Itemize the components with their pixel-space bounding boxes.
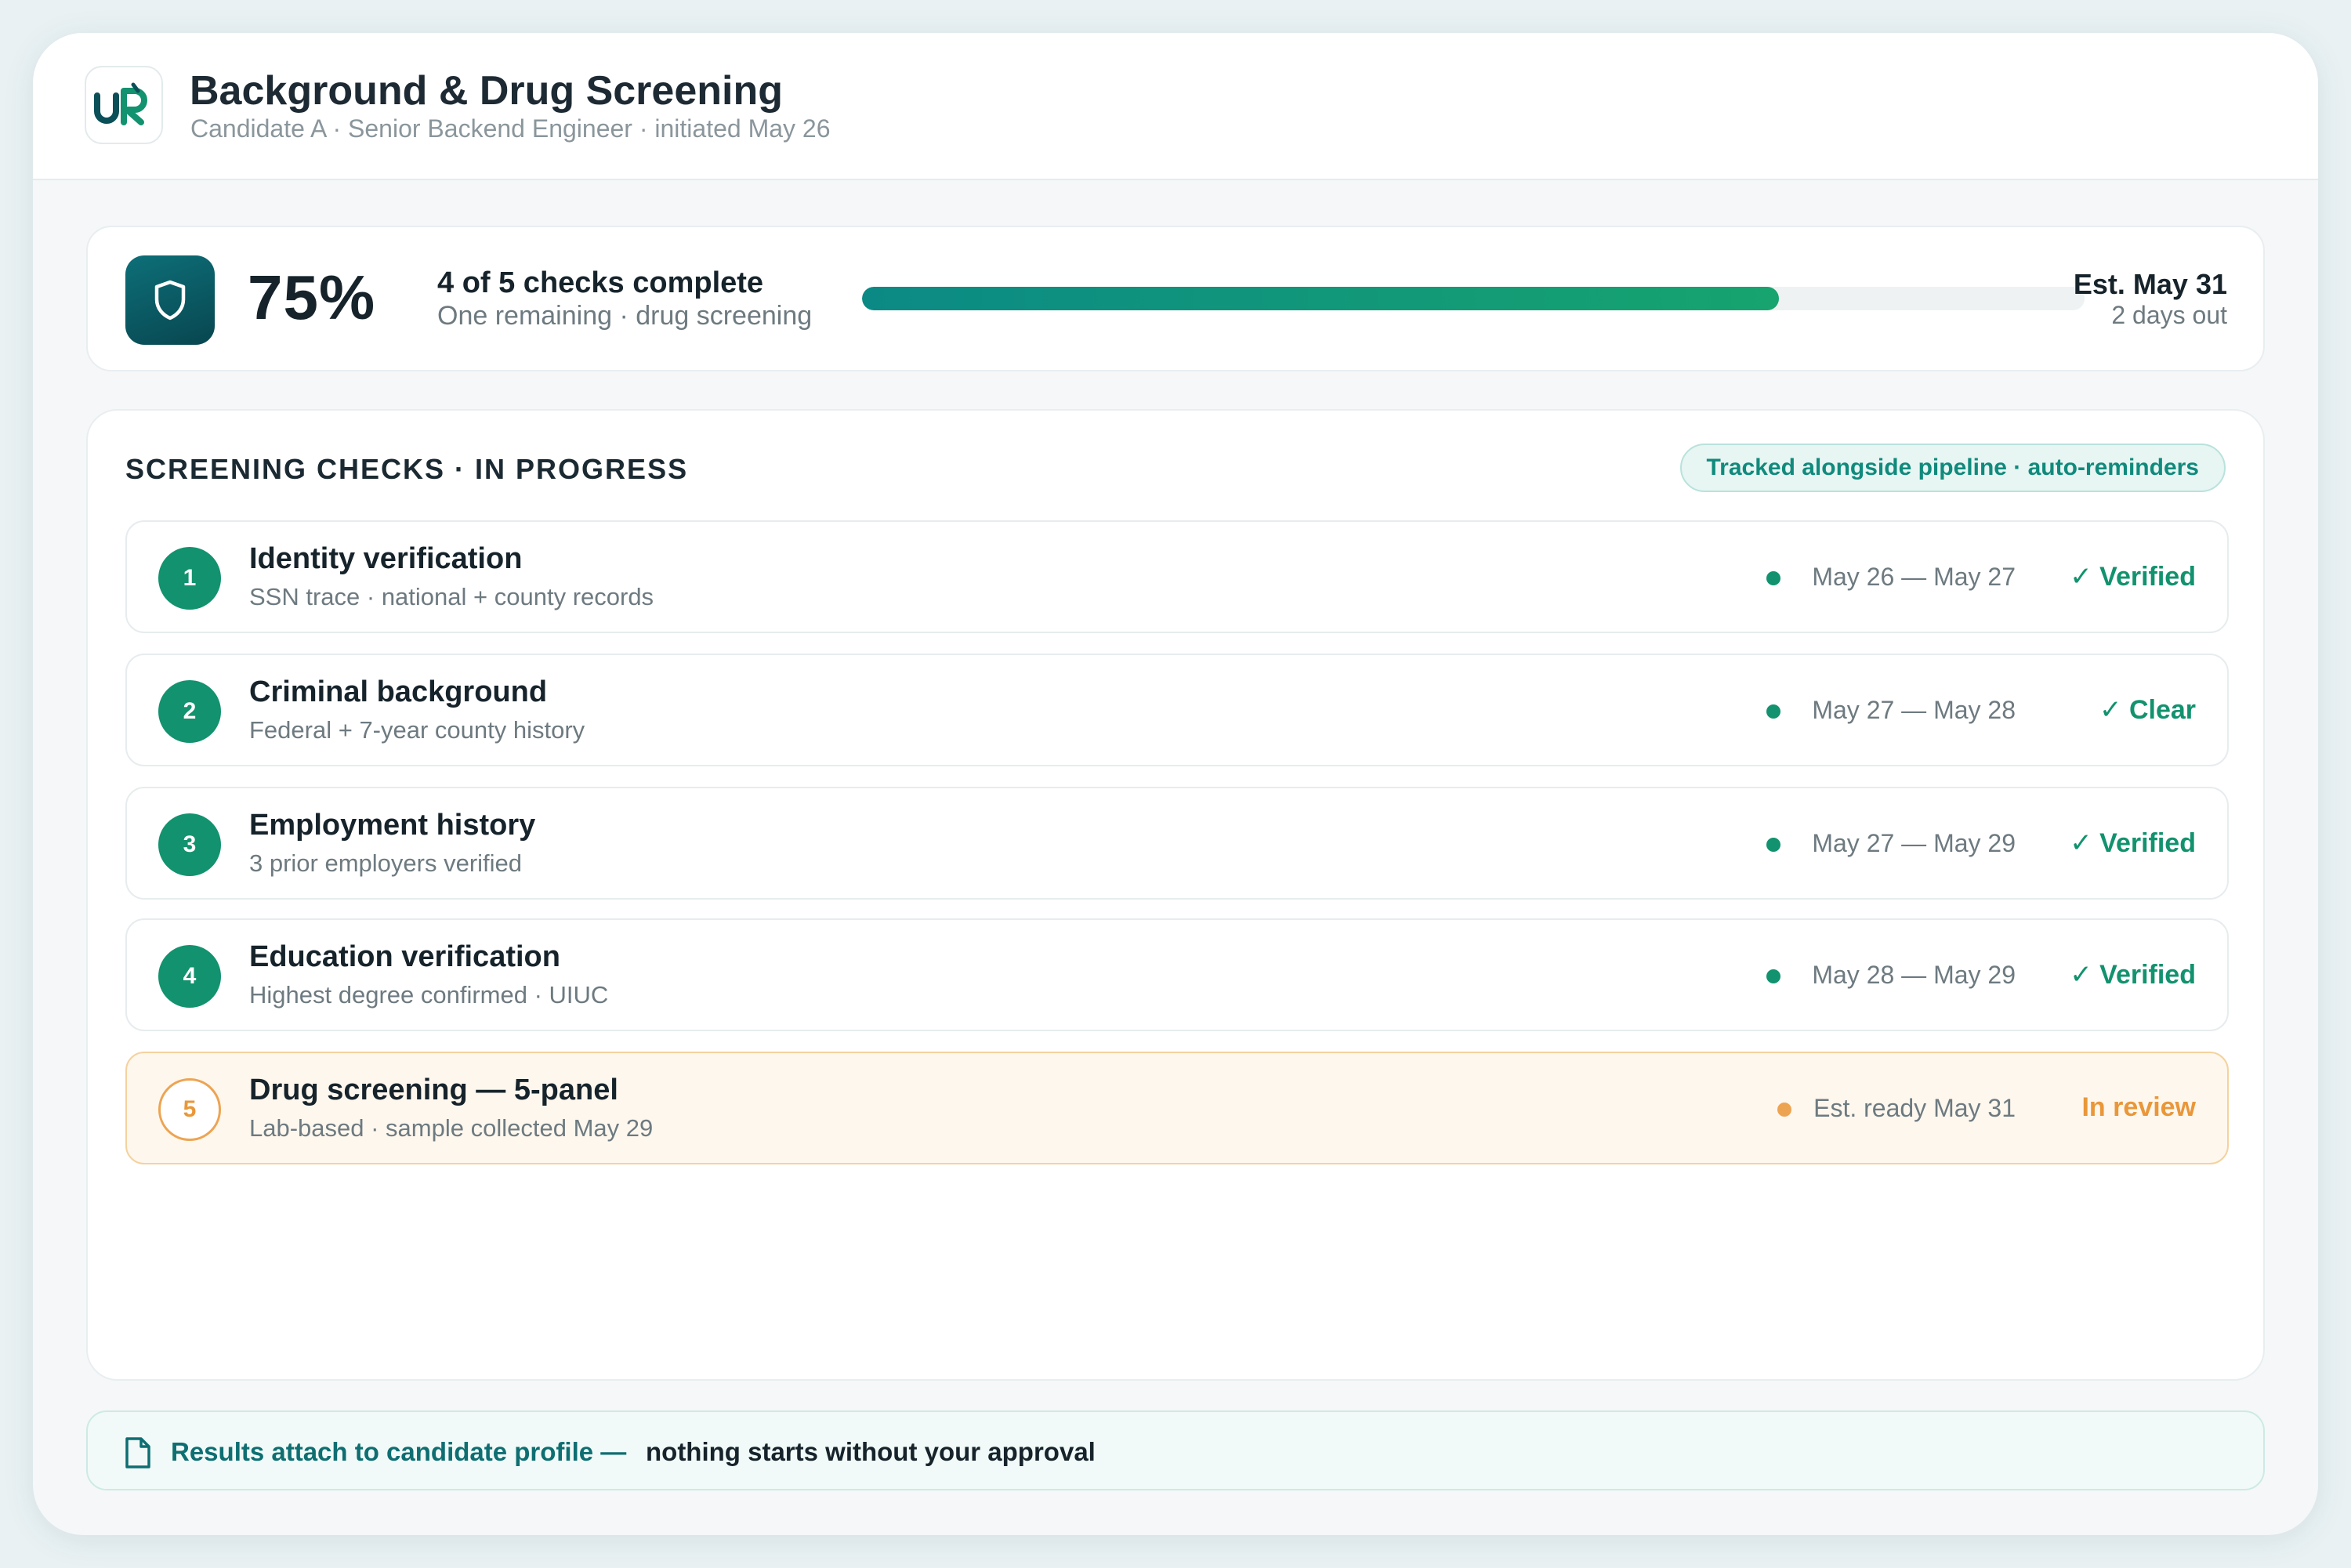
progress-bar [862,287,2085,310]
step-number: 2 [158,680,221,743]
progress-bar-fill [862,287,1779,310]
section-title: SCREENING CHECKS · IN PROGRESS [125,453,689,485]
progress-subtitle: One remaining · drug screening [437,301,813,331]
step-number: 1 [158,547,221,610]
page-header: Background & Drug Screening Candidate A … [33,33,2318,180]
status-dot-icon [1766,571,1780,585]
app-window: Background & Drug Screening Candidate A … [33,33,2318,1535]
progress-title: 4 of 5 checks complete [437,266,764,299]
check-dates: May 27 — May 28 [1812,696,2016,724]
screening-checks-panel: SCREENING CHECKS · IN PROGRESS Tracked a… [86,409,2265,1381]
check-subtitle: Lab-based · sample collected May 29 [249,1114,654,1142]
estimated-date: Est. May 31 [2073,268,2227,300]
check-row-education[interactable]: 4 Education verification Highest degree … [125,918,2229,1031]
check-subtitle: 3 prior employers verified [249,849,523,877]
approval-notice: Results attach to candidate profile — no… [86,1410,2265,1490]
check-dates: May 26 — May 27 [1812,563,2016,591]
check-row-drug-screening[interactable]: 5 Drug screening — 5-panel Lab-based · s… [125,1052,2229,1164]
check-row-identity[interactable]: 1 Identity verification SSN trace · nati… [125,520,2229,633]
step-number: 3 [158,813,221,876]
page-subtitle: Candidate A · Senior Backend Engineer · … [190,114,831,143]
page-title: Background & Drug Screening [190,68,783,114]
shield-badge [125,255,215,345]
status-badge: ✓ Verified [2070,828,2196,858]
status-badge: ✓ Clear [2099,695,2196,725]
check-row-employment[interactable]: 3 Employment history 3 prior employers v… [125,787,2229,900]
step-number: 4 [158,945,221,1008]
check-title: Drug screening — 5-panel [249,1074,618,1106]
status-dot-icon [1766,969,1780,983]
check-title: Employment history [249,809,536,842]
check-dates: Est. ready May 31 [1813,1094,2016,1122]
shield-icon [154,280,186,320]
notice-emphasis: nothing starts without your approval [646,1437,1096,1466]
progress-percent: 75% [248,263,376,332]
status-badge: ✓ Verified [2070,562,2196,592]
check-subtitle: Federal + 7-year county history [249,716,585,744]
status-dot-icon [1766,838,1780,852]
document-icon [125,1437,150,1468]
notice-text: Results attach to candidate profile — [171,1437,627,1466]
estimated-relative: 2 days out [2111,301,2227,329]
check-dates: May 28 — May 29 [1812,961,2016,989]
app-logo [85,66,163,144]
check-title: Identity verification [249,542,523,575]
logo-mark-icon [94,82,147,125]
check-subtitle: Highest degree confirmed · UIUC [249,981,609,1009]
status-dot-icon [1766,704,1780,719]
check-row-criminal[interactable]: 2 Criminal background Federal + 7-year c… [125,654,2229,766]
status-dot-icon [1777,1103,1791,1117]
status-badge: ✓ Verified [2070,960,2196,990]
check-subtitle: SSN trace · national + county records [249,583,654,610]
check-dates: May 27 — May 29 [1812,829,2016,857]
step-number: 5 [158,1078,221,1141]
tracking-pill: Tracked alongside pipeline · auto-remind… [1679,444,2226,492]
check-title: Criminal background [249,675,548,708]
progress-summary-card: 75% 4 of 5 checks complete One remaining… [86,226,2265,371]
status-badge: In review [2081,1092,2196,1122]
check-title: Education verification [249,940,560,973]
